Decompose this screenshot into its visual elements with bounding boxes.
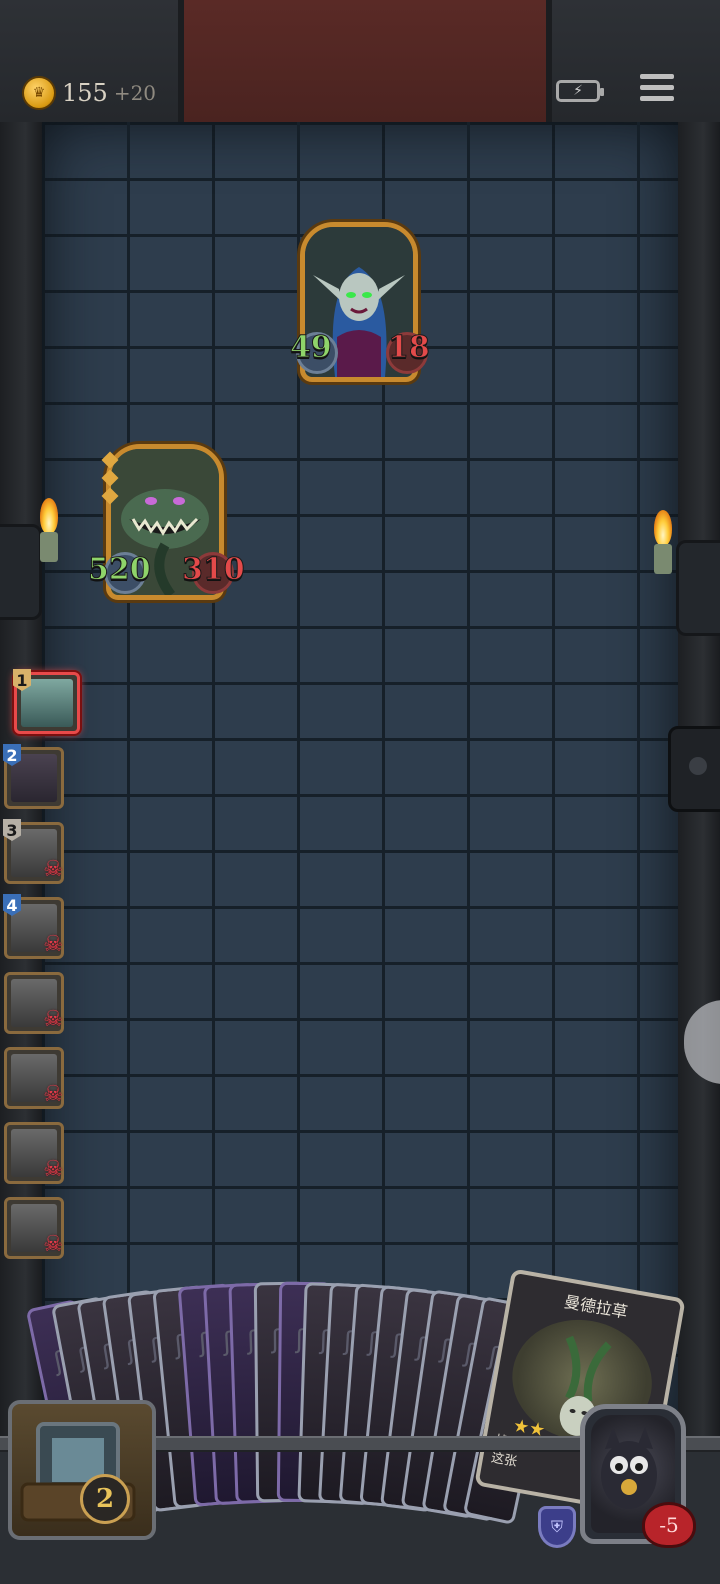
deck-count: 2 xyxy=(80,1474,130,1524)
skull-crossbones-icon: ☠ xyxy=(43,1007,63,1032)
party-slot-3[interactable]: 3 ☠ xyxy=(3,819,64,884)
door-latch[interactable] xyxy=(668,726,720,812)
coin-counter: ♛ 155 +20 xyxy=(22,76,156,110)
party-slot-7[interactable]: ☠ xyxy=(4,1122,64,1184)
coin-value: 155 xyxy=(62,79,108,107)
top-bar: ♛ 155 +20 ⚡ xyxy=(0,0,720,126)
left-torch-icon xyxy=(34,498,64,568)
hero-hp-heart: -5 xyxy=(642,1502,696,1548)
skull-crossbones-icon: ☠ xyxy=(43,1157,63,1182)
curtain-doorway xyxy=(178,0,552,122)
shield-icon[interactable]: ⛨ xyxy=(538,1506,576,1548)
plant-monster-attack: 310 xyxy=(182,552,246,588)
elf-witch-hp: 49 xyxy=(290,330,333,366)
enemy-level-pips xyxy=(101,451,119,512)
skull-crossbones-icon: ☠ xyxy=(43,1082,63,1107)
deck-chest[interactable] xyxy=(8,1400,156,1540)
skull-crossbones-icon: ☠ xyxy=(43,1232,63,1257)
right-sconce xyxy=(676,540,720,636)
skull-crossbones-icon: ☠ xyxy=(43,932,63,957)
right-torch-icon xyxy=(648,510,678,580)
party-slot-5[interactable]: ☠ xyxy=(4,972,64,1034)
plant-monster-hp: 520 xyxy=(88,552,152,588)
elf-witch-attack: 18 xyxy=(388,330,431,366)
party-slot-4[interactable]: 4 ☠ xyxy=(3,894,64,959)
skull-crossbones-icon: ☠ xyxy=(43,857,63,882)
crown-coin-icon: ♛ xyxy=(22,76,56,110)
party-roster: 1 2 3 ☠ 4 ☠ ☠ ☠ ☠ ☠ xyxy=(3,669,80,1272)
battery-charging-icon[interactable]: ⚡ xyxy=(556,80,604,102)
party-slot-6[interactable]: ☠ xyxy=(4,1047,64,1109)
party-slot-2[interactable]: 2 xyxy=(3,744,64,809)
party-slot-1[interactable]: 1 xyxy=(13,669,80,734)
party-slot-8[interactable]: ☠ xyxy=(4,1197,64,1259)
coin-bonus: +20 xyxy=(113,81,157,105)
hamburger-menu-icon[interactable] xyxy=(640,74,674,106)
